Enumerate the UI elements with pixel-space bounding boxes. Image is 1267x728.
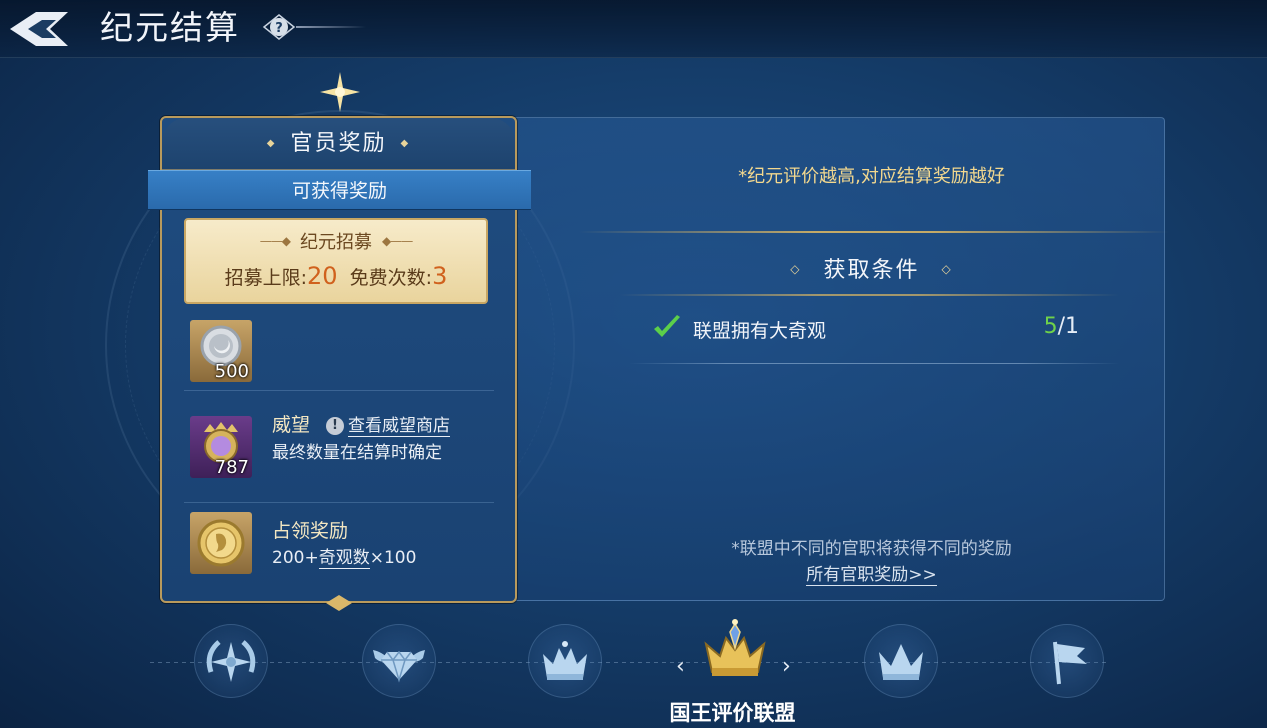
gem-ornament-icon	[326, 595, 352, 611]
occupation-reward-name: 占领奖励	[272, 520, 349, 542]
help-icon: ?	[262, 14, 296, 40]
winged-diamond-icon	[373, 650, 425, 683]
condition-title: ◇ 获取条件 ◇	[499, 252, 1164, 284]
occupation-desc-suffix: ×100	[369, 548, 417, 568]
prestige-item[interactable]: 787	[190, 416, 252, 478]
all-rewards-link-wrapper[interactable]: 所有官职奖励>>	[499, 560, 1164, 586]
help-symbol: ?	[275, 21, 283, 36]
tab-officer-rank-3[interactable]	[520, 622, 610, 702]
star-ornament-icon	[320, 72, 360, 112]
recruit-stats: 招募上限:20 免费次数:3	[186, 262, 486, 290]
compass-laurel-icon	[206, 640, 256, 682]
gold-crown-icon	[704, 619, 766, 676]
prestige-shop-row: ! 查看威望商店	[320, 411, 450, 437]
conditions-panel: *纪元评价越高,对应结算奖励越好 ◇ 获取条件 ◇ 联盟拥有大奇观 5/1 *联盟中…	[498, 117, 1169, 601]
gold-divider-top	[579, 231, 1169, 233]
exclamation-icon: !	[326, 417, 344, 435]
item-divider	[184, 390, 494, 391]
dot-ornament-icon: ◆	[400, 138, 411, 149]
prestige-desc: 最终数量在结算时确定	[272, 443, 442, 463]
occupation-desc-prefix: 200+	[272, 548, 319, 568]
condition-progress: 5/1	[1044, 314, 1079, 339]
condition-progress-done: 5	[1043, 314, 1058, 339]
back-arrow-icon	[10, 12, 68, 46]
free-count-label: 免费次数:	[349, 267, 433, 289]
free-count-value: 3	[432, 262, 448, 290]
selected-tab-label-row: 国王评价联盟	[0, 697, 1267, 727]
wonder-count-link[interactable]: 奇观数	[318, 548, 370, 569]
gold-divider-bottom	[619, 294, 1119, 296]
rewards-ribbon: 可获得奖励	[148, 170, 531, 210]
jeweled-crown-icon	[543, 641, 587, 680]
recruit-title-text: 纪元招募	[300, 232, 372, 253]
tab-prev-arrow[interactable]: ‹	[676, 654, 685, 679]
recruit-limit-value: 20	[307, 262, 338, 290]
tab-officer-rank-1[interactable]	[186, 622, 276, 702]
header-divider	[296, 26, 366, 28]
tab-officer-rank-2[interactable]	[354, 622, 444, 702]
help-button[interactable]: ?	[262, 12, 296, 42]
all-rewards-link[interactable]: 所有官职奖励>>	[806, 565, 937, 586]
condition-title-text: 获取条件	[823, 258, 920, 283]
dot-ornament-icon: ◆	[266, 138, 277, 149]
item-count: 787	[214, 457, 249, 478]
page-title: 纪元结算	[100, 8, 240, 47]
prestige-shop-link[interactable]: 查看威望商店	[348, 416, 450, 437]
recruit-limit-label: 招募上限:	[224, 267, 308, 289]
back-button[interactable]	[6, 8, 72, 50]
condition-row: 联盟拥有大奇观 5/1	[649, 313, 1079, 343]
diamond-ornament-icon: ◇	[790, 262, 802, 276]
gold-coin-icon	[197, 519, 245, 567]
top-bar: 纪元结算 ?	[0, 0, 1267, 58]
tab-next-arrow[interactable]: ›	[782, 654, 791, 679]
flag-icon	[1053, 641, 1087, 685]
card-title: 官员奖励	[290, 131, 387, 156]
occupation-reward-desc: 200+奇观数×100	[272, 543, 417, 569]
recruit-title: ——◆ 纪元招募 ◆——	[186, 228, 486, 254]
item-divider	[184, 502, 494, 503]
tab-king-evaluation-selected[interactable]	[690, 614, 780, 694]
selected-tab-label: 国王评价联盟	[669, 701, 796, 725]
silver-crown-icon	[879, 644, 923, 680]
card-header: ◆ 官员奖励 ◆	[162, 118, 515, 170]
recruit-box: ——◆ 纪元招募 ◆—— 招募上限:20 免费次数:3	[184, 218, 488, 304]
prestige-name: 威望	[272, 414, 311, 436]
tabs-track	[150, 662, 1110, 663]
tab-officer-rank-5[interactable]	[856, 622, 946, 702]
silver-coin-item[interactable]: 500	[190, 320, 252, 382]
item-count: 500	[214, 361, 249, 382]
condition-text: 联盟拥有大奇观	[693, 320, 827, 342]
row-divider	[629, 363, 1119, 364]
ornament-left-icon: ——◆	[259, 234, 291, 248]
evaluation-tip: *纪元评价越高,对应结算奖励越好	[738, 166, 1005, 187]
condition-progress-total: /1	[1057, 314, 1079, 339]
check-icon	[654, 315, 680, 337]
tab-officer-rank-6[interactable]	[1022, 622, 1112, 702]
ornament-right-icon: ◆——	[382, 234, 413, 248]
position-tip: *联盟中不同的官职将获得不同的奖励	[731, 539, 1012, 559]
gold-coin-item[interactable]	[190, 512, 252, 574]
official-reward-card: ◆ 官员奖励 ◆ 可获得奖励 ——◆ 纪元招募 ◆—— 招募上限:20 免费次数:3 5…	[148, 72, 531, 611]
diamond-ornament-icon: ◇	[941, 262, 953, 276]
